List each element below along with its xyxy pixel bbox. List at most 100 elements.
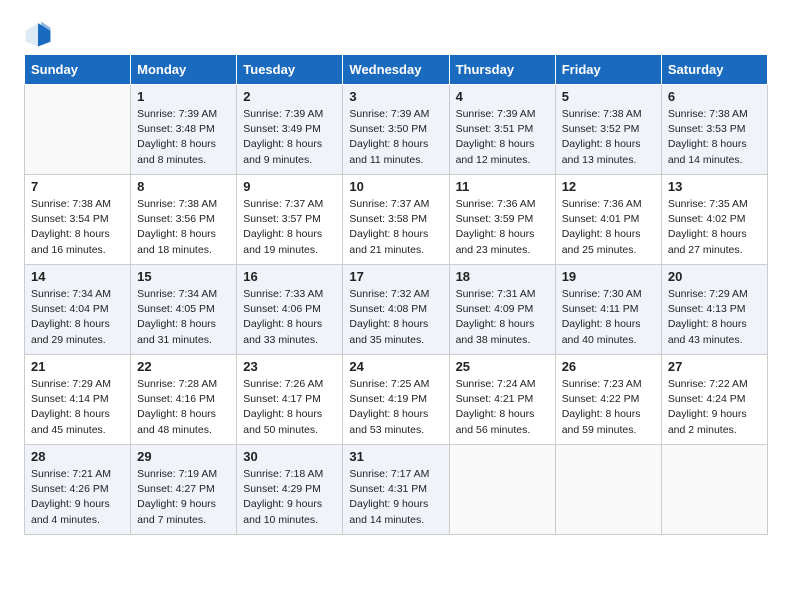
day-number: 11 [456,179,549,194]
day-info: Sunrise: 7:18 AMSunset: 4:29 PMDaylight:… [243,467,336,528]
weekday-header-sunday: Sunday [25,55,131,85]
day-number: 26 [562,359,655,374]
calendar-cell: 5Sunrise: 7:38 AMSunset: 3:52 PMDaylight… [555,85,661,175]
day-info: Sunrise: 7:22 AMSunset: 4:24 PMDaylight:… [668,377,761,438]
weekday-header-row: SundayMondayTuesdayWednesdayThursdayFrid… [25,55,768,85]
day-info: Sunrise: 7:21 AMSunset: 4:26 PMDaylight:… [31,467,124,528]
day-number: 7 [31,179,124,194]
day-info: Sunrise: 7:33 AMSunset: 4:06 PMDaylight:… [243,287,336,348]
calendar-cell: 7 Sunrise: 7:38 AMSunset: 3:54 PMDaylight… [25,175,131,265]
day-info: Sunrise: 7:36 AMSunset: 4:01 PMDaylight:… [562,197,655,258]
page-header [24,20,768,48]
calendar-cell: 12 Sunrise: 7:36 AMSunset: 4:01 PMDayligh… [555,175,661,265]
day-number: 5 [562,89,655,104]
day-number: 2 [243,89,336,104]
calendar-cell: 4Sunrise: 7:39 AMSunset: 3:51 PMDaylight… [449,85,555,175]
day-number: 12 [562,179,655,194]
day-number: 6 [668,89,761,104]
calendar-cell: 18 Sunrise: 7:31 AMSunset: 4:09 PMDayligh… [449,265,555,355]
day-info: Sunrise: 7:34 AMSunset: 4:04 PMDaylight:… [31,287,124,348]
day-number: 21 [31,359,124,374]
day-info: Sunrise: 7:37 AMSunset: 3:57 PMDaylight:… [243,197,336,258]
calendar-cell: 23 Sunrise: 7:26 AMSunset: 4:17 PMDayligh… [237,355,343,445]
calendar-cell: 10Sunrise: 7:37 AMSunset: 3:58 PMDayligh… [343,175,449,265]
weekday-header-monday: Monday [131,55,237,85]
day-info: Sunrise: 7:24 AMSunset: 4:21 PMDaylight:… [456,377,549,438]
calendar-cell: 11 Sunrise: 7:36 AMSunset: 3:59 PMDayligh… [449,175,555,265]
day-info: Sunrise: 7:37 AMSunset: 3:58 PMDaylight:… [349,197,442,258]
day-number: 28 [31,449,124,464]
calendar-cell: 14 Sunrise: 7:34 AMSunset: 4:04 PMDayligh… [25,265,131,355]
calendar-cell [449,445,555,535]
calendar-week-row: 28 Sunrise: 7:21 AMSunset: 4:26 PMDayligh… [25,445,768,535]
day-info: Sunrise: 7:17 AMSunset: 4:31 PMDaylight:… [349,467,442,528]
day-info: Sunrise: 7:29 AMSunset: 4:13 PMDaylight:… [668,287,761,348]
day-info: Sunrise: 7:38 AMSunset: 3:54 PMDaylight:… [31,197,124,258]
calendar-cell [661,445,767,535]
weekday-header-thursday: Thursday [449,55,555,85]
calendar-cell: 15 Sunrise: 7:34 AMSunset: 4:05 PMDayligh… [131,265,237,355]
calendar-week-row: 7 Sunrise: 7:38 AMSunset: 3:54 PMDaylight… [25,175,768,265]
day-info: Sunrise: 7:39 AMSunset: 3:49 PMDaylight:… [243,107,336,168]
day-info: Sunrise: 7:34 AMSunset: 4:05 PMDaylight:… [137,287,230,348]
calendar-week-row: 21 Sunrise: 7:29 AMSunset: 4:14 PMDayligh… [25,355,768,445]
calendar-cell: 27 Sunrise: 7:22 AMSunset: 4:24 PMDayligh… [661,355,767,445]
weekday-header-wednesday: Wednesday [343,55,449,85]
day-info: Sunrise: 7:36 AMSunset: 3:59 PMDaylight:… [456,197,549,258]
day-number: 15 [137,269,230,284]
calendar-cell: 26Sunrise: 7:23 AMSunset: 4:22 PMDayligh… [555,355,661,445]
calendar-cell: 24Sunrise: 7:25 AMSunset: 4:19 PMDayligh… [343,355,449,445]
day-number: 16 [243,269,336,284]
calendar-cell [25,85,131,175]
day-number: 17 [349,269,442,284]
day-number: 14 [31,269,124,284]
day-info: Sunrise: 7:38 AMSunset: 3:53 PMDaylight:… [668,107,761,168]
day-number: 24 [349,359,442,374]
day-number: 29 [137,449,230,464]
calendar-cell [555,445,661,535]
day-number: 25 [456,359,549,374]
calendar-cell: 17 Sunrise: 7:32 AMSunset: 4:08 PMDayligh… [343,265,449,355]
calendar-cell: 16 Sunrise: 7:33 AMSunset: 4:06 PMDayligh… [237,265,343,355]
day-number: 22 [137,359,230,374]
day-number: 3 [349,89,442,104]
day-info: Sunrise: 7:30 AMSunset: 4:11 PMDaylight:… [562,287,655,348]
calendar-cell: 1Sunrise: 7:39 AMSunset: 3:48 PMDaylight… [131,85,237,175]
day-info: Sunrise: 7:19 AMSunset: 4:27 PMDaylight:… [137,467,230,528]
day-info: Sunrise: 7:38 AMSunset: 3:56 PMDaylight:… [137,197,230,258]
day-number: 13 [668,179,761,194]
calendar-week-row: 1Sunrise: 7:39 AMSunset: 3:48 PMDaylight… [25,85,768,175]
calendar-cell: 22 Sunrise: 7:28 AMSunset: 4:16 PMDayligh… [131,355,237,445]
calendar-cell: 2 Sunrise: 7:39 AMSunset: 3:49 PMDaylight… [237,85,343,175]
calendar-cell: 19 Sunrise: 7:30 AMSunset: 4:11 PMDayligh… [555,265,661,355]
day-info: Sunrise: 7:32 AMSunset: 4:08 PMDaylight:… [349,287,442,348]
calendar-cell: 3Sunrise: 7:39 AMSunset: 3:50 PMDaylight… [343,85,449,175]
day-info: Sunrise: 7:31 AMSunset: 4:09 PMDaylight:… [456,287,549,348]
day-number: 4 [456,89,549,104]
day-info: Sunrise: 7:35 AMSunset: 4:02 PMDaylight:… [668,197,761,258]
logo [24,20,56,48]
calendar-cell: 13 Sunrise: 7:35 AMSunset: 4:02 PMDayligh… [661,175,767,265]
day-info: Sunrise: 7:29 AMSunset: 4:14 PMDaylight:… [31,377,124,438]
day-number: 8 [137,179,230,194]
weekday-header-friday: Friday [555,55,661,85]
calendar-cell: 20Sunrise: 7:29 AMSunset: 4:13 PMDayligh… [661,265,767,355]
day-number: 18 [456,269,549,284]
day-number: 19 [562,269,655,284]
day-info: Sunrise: 7:28 AMSunset: 4:16 PMDaylight:… [137,377,230,438]
calendar-cell: 31 Sunrise: 7:17 AMSunset: 4:31 PMDayligh… [343,445,449,535]
calendar-cell: 25 Sunrise: 7:24 AMSunset: 4:21 PMDayligh… [449,355,555,445]
calendar-cell: 9Sunrise: 7:37 AMSunset: 3:57 PMDaylight… [237,175,343,265]
day-number: 27 [668,359,761,374]
day-number: 23 [243,359,336,374]
day-number: 31 [349,449,442,464]
calendar-cell: 28 Sunrise: 7:21 AMSunset: 4:26 PMDayligh… [25,445,131,535]
day-number: 1 [137,89,230,104]
calendar-cell: 29 Sunrise: 7:19 AMSunset: 4:27 PMDayligh… [131,445,237,535]
calendar-cell: 8 Sunrise: 7:38 AMSunset: 3:56 PMDaylight… [131,175,237,265]
calendar-week-row: 14 Sunrise: 7:34 AMSunset: 4:04 PMDayligh… [25,265,768,355]
calendar-cell: 6 Sunrise: 7:38 AMSunset: 3:53 PMDaylight… [661,85,767,175]
day-info: Sunrise: 7:26 AMSunset: 4:17 PMDaylight:… [243,377,336,438]
weekday-header-saturday: Saturday [661,55,767,85]
weekday-header-tuesday: Tuesday [237,55,343,85]
